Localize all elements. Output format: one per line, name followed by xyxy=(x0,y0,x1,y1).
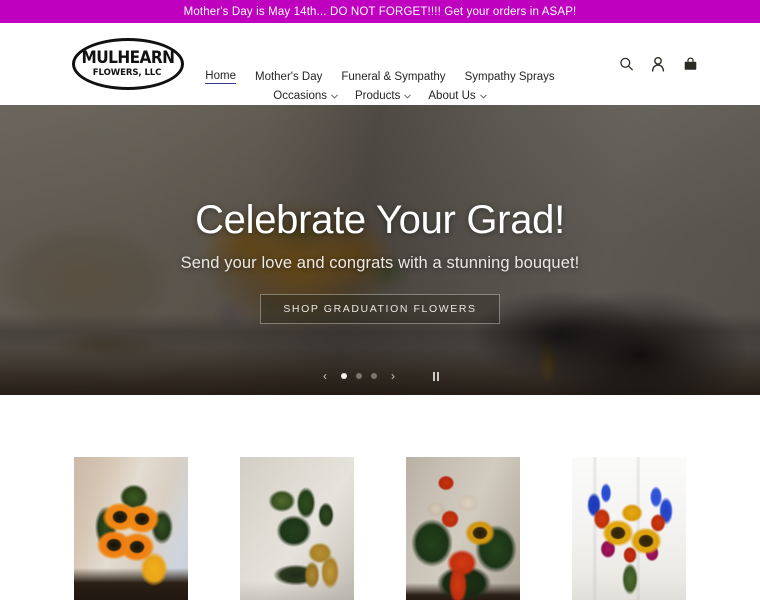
hero-title: Celebrate Your Grad! xyxy=(195,198,565,242)
slideshow-controls: ‹ › xyxy=(0,366,760,386)
logo-oval-shape: MULHEARN FLOWERS, LLC xyxy=(71,38,184,90)
nav-item-label: Mother's Day xyxy=(254,70,323,83)
nav-item-label: Occasions xyxy=(273,90,327,102)
slide-prev-button[interactable]: ‹ xyxy=(314,366,336,386)
header-icon-group xyxy=(618,56,698,73)
account-icon[interactable] xyxy=(650,56,666,73)
slideshow-pause-button[interactable] xyxy=(426,367,446,385)
logo-secondary-text: FLOWERS, LLC xyxy=(93,67,162,78)
search-icon[interactable] xyxy=(618,56,634,73)
nav-item-occasions[interactable]: Occasions xyxy=(273,89,338,103)
nav-item-products[interactable]: Products xyxy=(354,89,412,103)
nav-row-primary: Home Mother's Day Funeral & Sympathy Sym… xyxy=(205,69,555,84)
site-header: MULHEARN FLOWERS, LLC Home Mother's Day … xyxy=(0,23,760,105)
nav-item-home[interactable]: Home xyxy=(205,69,236,84)
shop-graduation-flowers-button[interactable]: SHOP GRADUATION FLOWERS xyxy=(260,294,500,324)
hero-cta-row: SHOP GRADUATION FLOWERS xyxy=(0,294,760,324)
site-logo[interactable]: MULHEARN FLOWERS, LLC xyxy=(70,36,185,92)
nav-item-funeral-sympathy[interactable]: Funeral & Sympathy xyxy=(341,70,445,84)
announcement-bar: Mother's Day is May 14th... DO NOT FORGE… xyxy=(0,0,760,23)
product-card-1[interactable] xyxy=(74,457,188,600)
product-card-4[interactable] xyxy=(572,457,686,600)
nav-item-label: Sympathy Sprays xyxy=(464,70,555,83)
nav-item-label: Products xyxy=(354,90,401,102)
featured-products-section xyxy=(0,395,760,600)
slide-dots xyxy=(336,373,382,379)
pause-bar-right xyxy=(437,371,440,381)
nav-item-sympathy-sprays[interactable]: Sympathy Sprays xyxy=(465,70,555,84)
product-card-2[interactable] xyxy=(240,457,354,600)
slide-dot-1[interactable] xyxy=(341,373,347,379)
nav-item-label: Funeral & Sympathy xyxy=(341,70,446,83)
slide-dot-2[interactable] xyxy=(356,373,362,379)
hero-subtitle: Send your love and congrats with a stunn… xyxy=(180,254,580,272)
nav-item-mothers-day[interactable]: Mother's Day xyxy=(255,70,322,84)
hero-slideshow: Celebrate Your Grad! Send your love and … xyxy=(0,105,760,395)
chevron-down-icon xyxy=(404,93,412,101)
product-image-3 xyxy=(406,457,520,600)
chevron-down-icon xyxy=(479,93,487,101)
product-image-4 xyxy=(572,457,686,600)
slide-dot-3[interactable] xyxy=(371,373,377,379)
nav-row-secondary: Occasions Products About Us xyxy=(273,89,487,103)
nav-item-label: About Us xyxy=(428,90,476,102)
announcement-text: Mother's Day is May 14th... DO NOT FORGE… xyxy=(183,5,577,18)
chevron-down-icon xyxy=(331,93,338,101)
product-image-2 xyxy=(240,457,354,600)
hero-content: Celebrate Your Grad! Send your love and … xyxy=(0,199,760,324)
nav-item-about-us[interactable]: About Us xyxy=(428,89,487,103)
pause-bar-left xyxy=(432,371,435,381)
slide-next-button[interactable]: › xyxy=(382,366,404,386)
product-card-3[interactable] xyxy=(406,457,520,600)
product-image-1 xyxy=(74,457,188,600)
logo-primary-text: MULHEARN xyxy=(81,48,174,68)
nav-item-label: Home xyxy=(205,70,236,82)
cart-icon[interactable] xyxy=(682,56,698,73)
product-row xyxy=(0,457,760,600)
